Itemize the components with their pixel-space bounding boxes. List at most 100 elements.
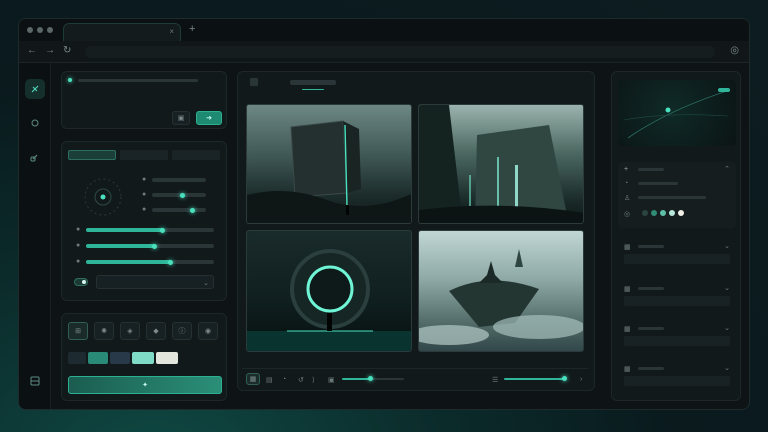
grid-icon[interactable]: ⊞ [68, 322, 88, 340]
section-2-field[interactable] [624, 254, 730, 264]
zoom-slider-track[interactable] [370, 378, 404, 380]
slider-4-handle[interactable] [160, 228, 165, 233]
section-5-field[interactable] [624, 376, 730, 386]
slider-3-handle[interactable] [190, 208, 195, 213]
swatch-4[interactable] [132, 352, 154, 364]
parameters-panel: ● ● ● ● ● ● ⌄ [61, 141, 227, 301]
slider-5-handle[interactable] [152, 244, 157, 249]
swatch-2[interactable] [88, 352, 108, 364]
slider-4-track[interactable] [164, 228, 214, 232]
preview-graph[interactable] [618, 80, 736, 146]
left-rail [19, 63, 51, 409]
gallery-image-floating-island[interactable] [418, 230, 584, 352]
maximize-window-dot[interactable] [47, 27, 53, 33]
tab-advanced[interactable] [172, 150, 220, 160]
link-icon[interactable] [25, 147, 45, 167]
slider-3[interactable] [152, 208, 206, 212]
close-window-dot[interactable] [27, 27, 33, 33]
address-bar-row: ← → ↻ ◎ [19, 41, 749, 63]
filter-icon[interactable]: ◉ [198, 322, 218, 340]
swatch-5[interactable] [156, 352, 178, 364]
app-window: × + ← → ↻ ◎ ▣ ➜ ● ● ● ● ● ● ⌄ ⊞ ✺ ◈ ◆ ⓘ … [18, 18, 750, 410]
plus-icon[interactable]: + [624, 166, 628, 173]
browser-settings-icon[interactable]: ◎ [730, 45, 739, 56]
back-icon[interactable]: ← [27, 45, 37, 56]
zoom-slider-handle[interactable] [368, 376, 373, 381]
info-icon[interactable]: ⓘ [172, 322, 192, 340]
slider-2[interactable] [152, 193, 206, 197]
progress-handle[interactable] [562, 376, 567, 381]
gallery-image-waterfall[interactable] [418, 104, 584, 224]
browser-tab[interactable]: × [63, 23, 181, 41]
tab-close-icon[interactable]: × [169, 27, 174, 36]
title-bar: × + [19, 19, 749, 41]
new-tab-icon[interactable]: + [189, 23, 195, 35]
swatch-1[interactable] [68, 352, 86, 364]
slider-2-handle[interactable] [180, 193, 185, 198]
palette-small-icon: ◔ [624, 180, 629, 187]
submit-arrow-icon: ➜ [206, 115, 212, 122]
section-4[interactable]: ▦ ⌄ [618, 322, 736, 352]
right-swatch-3[interactable] [660, 210, 666, 216]
section-5[interactable]: ▦ ⌄ [618, 362, 736, 392]
slider-6-track[interactable] [172, 260, 214, 264]
submit-prompt-button[interactable]: ➜ [196, 111, 222, 125]
layout-icon[interactable] [25, 371, 45, 391]
swatch-3[interactable] [110, 352, 130, 364]
user-icon: ♙ [624, 195, 631, 202]
right-swatch-1[interactable] [642, 210, 648, 216]
list-icon[interactable]: ☰ [492, 376, 498, 384]
mode-select[interactable]: ⌄ [96, 275, 214, 289]
grid-small-icon: ▦ [624, 326, 631, 333]
chevron-down-icon[interactable]: ⌄ [724, 242, 730, 250]
right-swatch-5[interactable] [678, 210, 684, 216]
shape-icon[interactable]: ◈ [120, 322, 140, 340]
generate-button[interactable]: ✦ [68, 376, 222, 394]
aspect-dial[interactable] [78, 172, 128, 222]
sparkle-icon[interactable] [25, 113, 45, 133]
section-4-field[interactable] [624, 336, 730, 346]
toggle-switch[interactable] [74, 278, 88, 286]
slider-icon-4: ● [76, 226, 81, 233]
gallery-image-monolith[interactable] [246, 104, 412, 224]
chevron-down-icon[interactable]: ⌄ [724, 324, 730, 332]
prompt-text-line[interactable] [78, 79, 198, 82]
columns-icon[interactable]: ▤ [266, 376, 273, 384]
gallery-image-portal[interactable] [246, 230, 412, 352]
chevron-down-icon[interactable]: ⌄ [724, 284, 730, 292]
section-3-title [638, 287, 664, 290]
forward-icon[interactable]: → [45, 45, 55, 56]
gallery-menu-icon[interactable] [250, 78, 258, 86]
section-3-field[interactable] [624, 296, 730, 306]
prompt-status-dot [68, 78, 72, 82]
undo-icon[interactable]: ↺ [298, 376, 304, 384]
address-input[interactable] [85, 46, 715, 58]
reload-icon[interactable]: ↻ [63, 45, 71, 56]
slider-5-track[interactable] [156, 244, 214, 248]
image-size-icon[interactable]: ▣ [328, 376, 335, 384]
redo-icon[interactable]: ⟩ [312, 376, 315, 384]
tab-style[interactable] [120, 150, 168, 160]
image-icon[interactable]: ▣ [172, 111, 190, 125]
right-swatch-2[interactable] [651, 210, 657, 216]
chevron-down-icon[interactable]: ⌄ [724, 364, 730, 372]
texture-icon[interactable]: ✺ [94, 322, 114, 340]
right-swatch-4[interactable] [669, 210, 675, 216]
chevron-up-icon[interactable]: ⌃ [724, 165, 730, 173]
island-artwork [419, 249, 583, 345]
slider-icon-5: ● [76, 242, 81, 249]
prompt-panel: ▣ ➜ [61, 71, 227, 129]
palette-icon[interactable] [25, 79, 45, 99]
minimize-window-dot[interactable] [37, 27, 43, 33]
tab-parameters[interactable] [68, 150, 116, 160]
section-4-title [638, 327, 664, 330]
refresh-icon[interactable]: ◔ [282, 376, 286, 383]
gallery-grid-icon[interactable]: ▦ [246, 373, 260, 385]
gallery-tab-label[interactable] [290, 80, 336, 85]
section-2[interactable]: ▦ ⌄ [618, 240, 736, 270]
slider-6-handle[interactable] [168, 260, 173, 265]
slider-1[interactable] [152, 178, 206, 182]
section-3[interactable]: ▦ ⌄ [618, 282, 736, 312]
fill-icon[interactable]: ◆ [146, 322, 166, 340]
chevron-right-icon[interactable]: › [580, 376, 582, 383]
